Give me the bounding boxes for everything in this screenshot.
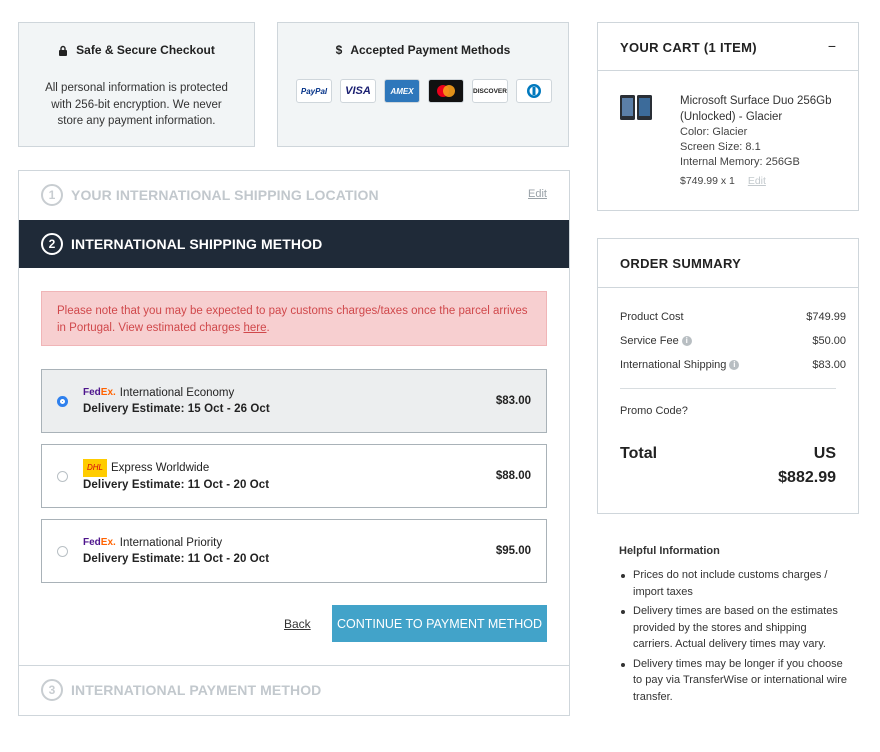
divider [620,388,836,389]
notice-end: . [266,321,270,334]
shipping-price: $83.00 [495,395,531,407]
divider [598,287,858,288]
continue-to-payment-button[interactable]: CONTINUE TO PAYMENT METHOD [332,605,547,642]
back-link[interactable]: Back [284,617,311,631]
payment-logos: PayPal VISA AMEX DISCOVER [296,79,552,103]
product-thumbnail [620,95,652,120]
payment-methods-card: $ Accepted Payment Methods PayPal VISA A… [277,22,569,147]
shipping-price: $88.00 [495,470,531,482]
shipping-option[interactable]: FedEx. International Priority Delivery E… [41,519,547,583]
summary-value: $83.00 [812,359,846,371]
dollar-icon: $ [335,43,343,57]
cart-item-name: Microsoft Surface Duo 256Gb (Unlocked) -… [680,95,832,123]
delivery-estimate: Delivery Estimate: 11 Oct - 20 Oct [83,553,270,565]
discover-icon: DISCOVER [472,79,508,103]
shipping-info: FedEx. International Economy Delivery Es… [83,385,270,418]
step-shipping-location: 1 YOUR INTERNATIONAL SHIPPING LOCATION E… [19,184,569,206]
total-currency: US [813,445,836,462]
total-amount: $882.99 [778,469,836,486]
order-summary-title: ORDER SUMMARY [620,256,742,271]
shipping-info: DHL Express Worldwide Delivery Estimate:… [83,458,270,494]
info-icon[interactable]: i [681,336,692,347]
secure-checkout-title-row: Safe & Secure Checkout [19,43,254,57]
divider [598,70,858,71]
step-shipping-method: 2 INTERNATIONAL SHIPPING METHOD [19,220,569,268]
payment-methods-title: Accepted Payment Methods [350,43,511,57]
step-payment-method: 3 INTERNATIONAL PAYMENT METHOD [19,679,569,701]
helpful-information-list: Prices do not include customs charges / … [619,567,849,705]
cart-item-details: Microsoft Surface Duo 256Gb (Unlocked) -… [680,93,855,187]
total-label: Total [620,445,658,462]
shipping-radio[interactable] [57,545,68,557]
help-item: Delivery times are based on the estimate… [619,603,849,653]
edit-location-link[interactable]: Edit [528,188,547,200]
help-item: Delivery times may be longer if you choo… [619,656,849,706]
dhl-logo: DHL [83,458,108,477]
secure-checkout-text: All personal information is protected wi… [45,82,228,127]
fedex-logo: FedEx. [83,536,116,548]
help-item: Prices do not include customs charges / … [619,567,849,600]
step-number: 1 [41,184,63,206]
divider [19,665,569,666]
cart-item-color: Color: Glacier [680,126,748,138]
payment-methods-title-row: $ Accepted Payment Methods [278,43,568,57]
promo-code-link[interactable]: Promo Code? [620,405,688,417]
visa-icon: VISA [340,79,376,103]
lock-icon [59,45,68,56]
delivery-estimate: Delivery Estimate: 11 Oct - 20 Oct [83,479,270,491]
info-icon[interactable]: i [729,360,740,371]
cart-title: YOUR CART (1 ITEM) [620,40,757,55]
delivery-estimate: Delivery Estimate: 15 Oct - 26 Oct [83,403,270,415]
estimated-charges-link[interactable]: here [243,322,266,334]
cart-item-edit-link[interactable]: Edit [748,175,766,187]
cart-item-memory: Internal Memory: 256GB [680,156,800,168]
summary-row-product-cost: Product Cost $749.99 [620,311,846,323]
step-label: YOUR INTERNATIONAL SHIPPING LOCATION [71,187,379,203]
diners-icon [516,79,552,103]
shipping-price: $95.00 [495,545,531,557]
step-number: 2 [41,233,63,255]
shipping-service-name: Express Worldwide [111,461,210,474]
mastercard-icon [428,79,464,103]
shipping-radio[interactable] [57,395,68,407]
summary-value: $749.99 [806,311,846,323]
summary-label: Product Cost [620,311,684,323]
amex-icon: AMEX [384,79,420,103]
fedex-logo: FedEx. [83,386,116,398]
summary-label: International Shipping [620,359,727,371]
shipping-service-name: International Economy [119,386,235,399]
cart-item-screen: Screen Size: 8.1 [680,141,761,153]
summary-row-shipping: International Shipping i $83.00 [620,359,846,371]
secure-checkout-card: Safe & Secure Checkout All personal info… [18,22,255,147]
shipping-radio[interactable] [57,470,68,482]
shipping-info: FedEx. International Priority Delivery E… [83,535,269,568]
secure-checkout-title: Safe & Secure Checkout [76,43,215,57]
cart-item-price-row: $749.99 x 1 Edit [680,175,855,187]
customs-notice-text: Please note that you may be expected to … [57,305,528,334]
step-number: 3 [41,679,63,701]
helpful-information: Helpful Information Prices do not includ… [619,545,849,708]
cart-collapse-toggle[interactable]: − [828,38,836,54]
shipping-service-name: International Priority [119,536,223,549]
cart-card: YOUR CART (1 ITEM) − Microsoft Surface D… [597,22,859,211]
step-label: INTERNATIONAL PAYMENT METHOD [71,682,322,698]
summary-row-service-fee: Service Fee i $50.00 [620,335,846,347]
shipping-option[interactable]: DHL Express Worldwide Delivery Estimate:… [41,444,547,508]
order-summary-card: ORDER SUMMARY Product Cost $749.99 Servi… [597,238,859,514]
paypal-icon: PayPal [296,79,332,103]
summary-label: Service Fee [620,335,679,347]
shipping-option[interactable]: FedEx. International Economy Delivery Es… [41,369,547,433]
customs-notice: Please note that you may be expected to … [41,291,547,346]
summary-value: $50.00 [812,335,846,347]
cart-item-price: $749.99 x 1 [680,175,735,187]
helpful-information-title: Helpful Information [619,545,720,557]
step-label: INTERNATIONAL SHIPPING METHOD [71,236,323,252]
